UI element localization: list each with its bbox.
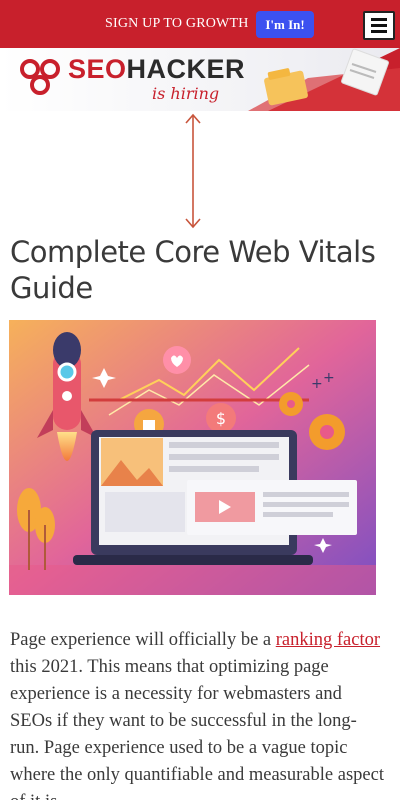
signup-text: SIGN UP TO GROWTH <box>105 16 249 31</box>
hiring-banner[interactable]: SEOHACKER is hiring <box>0 48 400 111</box>
hero-illustration: $ + + <box>9 320 376 595</box>
svg-text:+: + <box>323 370 335 386</box>
hiring-tagline: is hiring <box>152 84 220 103</box>
article-intro-paragraph: Page experience will officially be a ran… <box>10 630 384 800</box>
im-in-button[interactable]: I'm In! <box>256 11 314 38</box>
svg-text:$: $ <box>216 409 226 428</box>
seo-hacker-logo: SEOHACKER <box>68 54 246 84</box>
seo-hacker-logo-icon <box>20 59 60 95</box>
resize-arrow-icon <box>185 113 201 229</box>
article-title: Complete Core Web Vitals Guide <box>10 235 376 305</box>
ranking-factor-link[interactable]: ranking factor <box>276 630 380 650</box>
top-promo-bar: SIGN UP TO GROWTH I'm In! <box>0 0 400 48</box>
banner-decoration-illustration <box>248 48 400 111</box>
svg-text:+: + <box>311 376 323 392</box>
hamburger-menu-icon[interactable] <box>363 11 395 40</box>
